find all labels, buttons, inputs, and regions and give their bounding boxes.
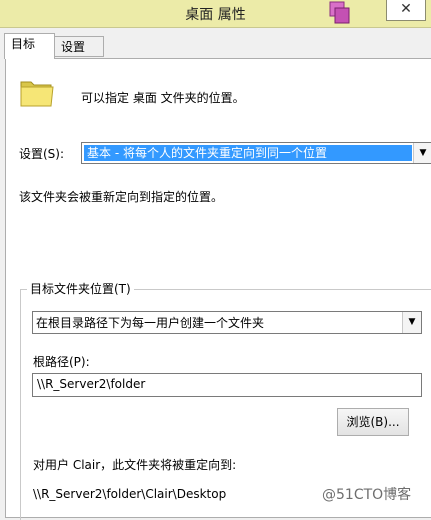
root-path-input[interactable]: \\R_Server2\folder bbox=[32, 373, 422, 397]
close-icon: ✕ bbox=[400, 1, 412, 17]
redirect-info-text: 该文件夹会被重新定向到指定的位置。 bbox=[19, 190, 224, 204]
title-bar: 桌面 属性 ✕ bbox=[0, 0, 431, 28]
user-redirect-text: 对用户 Clair，此文件夹将被重定向到: bbox=[33, 458, 237, 472]
close-button[interactable]: ✕ bbox=[386, 0, 426, 21]
properties-app-icon bbox=[327, 1, 351, 25]
setting-label: 设置(S): bbox=[19, 147, 65, 161]
location-select[interactable]: 在根目录路径下为每一用户创建一个文件夹 ▼ bbox=[32, 311, 422, 334]
chevron-down-icon[interactable]: ▼ bbox=[402, 312, 421, 333]
setting-value: 基本 - 将每个人的文件夹重定向到同一个位置 bbox=[84, 145, 412, 161]
watermark: @51CTO博客 bbox=[322, 487, 412, 503]
location-value: 在根目录路径下为每一用户创建一个文件夹 bbox=[36, 316, 265, 330]
folder-description: 可以指定 桌面 文件夹的位置。 bbox=[81, 91, 245, 105]
browse-button[interactable]: 浏览(B)... bbox=[337, 408, 409, 436]
folder-icon bbox=[19, 76, 55, 113]
window-title: 桌面 属性 bbox=[185, 7, 246, 23]
group-label: 目标文件夹位置(T) bbox=[27, 280, 134, 297]
chevron-down-icon[interactable]: ▼ bbox=[413, 143, 431, 163]
tab-settings[interactable]: 设置 bbox=[54, 36, 104, 57]
redirect-path: \\R_Server2\folder\Clair\Desktop bbox=[33, 487, 227, 501]
setting-select[interactable]: 基本 - 将每个人的文件夹重定向到同一个位置 ▼ bbox=[81, 142, 431, 164]
tab-target[interactable]: 目标 bbox=[4, 33, 55, 59]
root-path-label: 根路径(P): bbox=[33, 355, 90, 369]
